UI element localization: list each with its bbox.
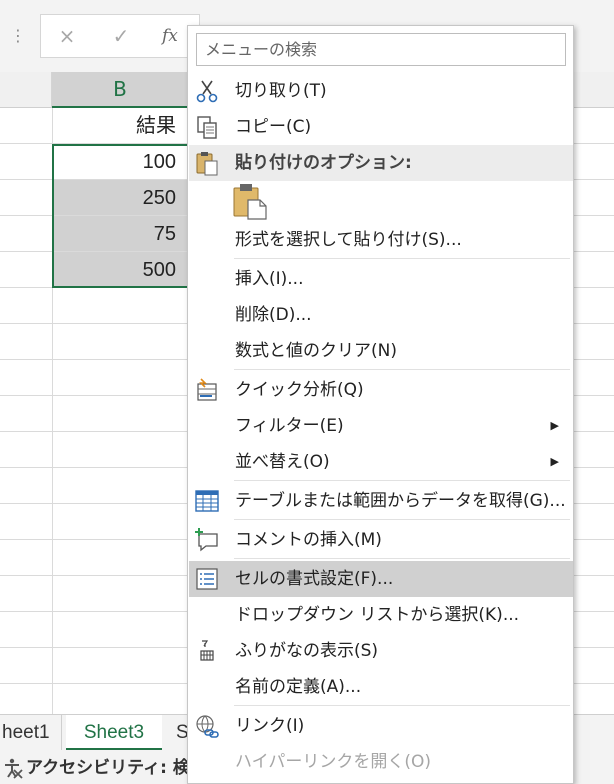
accessibility-icon[interactable] [2,757,24,779]
menu-item-define-name[interactable]: 名前の定義(A)... [189,669,573,705]
menu-item-label: ハイパーリンクを開く(O) [235,752,431,772]
cancel-icon[interactable]: × [58,24,76,48]
more-options-icon[interactable]: ⋮ [10,24,26,48]
menu-item-label: 形式を選択して貼り付け(S)... [235,230,462,250]
insert-function-icon[interactable]: fx [162,24,188,48]
clipboard-icon [196,152,218,176]
menu-item-label: 切り取り(T) [235,81,327,101]
cell-b5[interactable]: 500 [53,252,188,287]
column-header-a[interactable] [0,72,52,108]
menu-item-copy[interactable]: コピー(C) [189,109,573,145]
menu-item-label: 並べ替え(O) [235,452,330,472]
tab-sheet1[interactable]: heet1 [0,715,62,751]
menu-separator [234,480,570,481]
cell-b2[interactable]: 100 [53,144,188,180]
column-header-b[interactable]: B [52,72,188,108]
menu-item-label: 数式と値のクリア(N) [235,341,397,361]
menu-item-label: リンク(I) [235,716,305,736]
menu-item-open-hyperlink: ハイパーリンクを開く(O) [189,744,573,780]
link-icon [196,715,219,738]
menu-search-input[interactable]: メニューの検索 [196,33,566,66]
menu-item-delete[interactable]: 削除(D)... [189,297,573,333]
menu-item-link[interactable]: リンク(I) [189,708,573,744]
menu-item-label: 削除(D)... [235,305,312,325]
menu-item-paste-special[interactable]: 形式を選択して貼り付け(S)... [189,222,573,258]
menu-item-label: 貼り付けのオプション: [235,153,412,173]
format-cells-icon [196,568,218,590]
menu-item-label: コメントの挿入(M) [235,530,382,550]
scissors-icon [196,80,218,103]
menu-separator [234,558,570,559]
phonetic-icon [200,640,214,661]
cell-b4[interactable]: 75 [53,216,188,251]
menu-item-filter[interactable]: フィルター(E) ▶ [189,408,573,444]
menu-item-label: 名前の定義(A)... [235,677,362,697]
cell-b3[interactable]: 250 [53,180,188,215]
menu-item-label: テーブルまたは範囲からデータを取得(G)... [235,491,566,511]
context-menu: メニューの検索 切り取り(T) コピー(C) 貼り付けのオプション: 形式を選択… [187,25,574,784]
menu-separator [234,369,570,370]
cell-b1[interactable]: 結果 [53,108,188,144]
menu-item-label: セルの書式設定(F)... [235,569,394,589]
menu-item-cut[interactable]: 切り取り(T) [189,73,573,109]
menu-item-label: 挿入(I)... [235,269,304,289]
menu-item-pick-from-list[interactable]: ドロップダウン リストから選択(K)... [189,597,573,633]
table-icon [195,490,219,512]
menu-separator [234,519,570,520]
menu-item-label: フィルター(E) [235,416,344,436]
menu-item-label: ドロップダウン リストから選択(K)... [235,605,520,625]
menu-item-label: クイック分析(Q) [235,380,364,400]
menu-item-sort[interactable]: 並べ替え(O) ▶ [189,444,573,480]
menu-item-label: コピー(C) [235,117,312,137]
menu-item-format-cells[interactable]: セルの書式設定(F)... [189,561,573,597]
quick-analysis-icon [197,378,217,401]
new-comment-icon [195,528,218,552]
copy-icon [197,116,217,139]
menu-section-paste-options: 貼り付けのオプション: [189,145,573,181]
paste-icon[interactable] [233,182,269,220]
accessibility-status[interactable]: アクセシビリティ: 検討 [26,756,207,780]
menu-item-show-phonetic[interactable]: ふりがなの表示(S) [189,633,573,669]
submenu-arrow-icon: ▶ [550,455,559,468]
menu-separator [234,258,570,259]
menu-item-label: ふりがなの表示(S) [235,641,379,661]
menu-item-quick-analysis[interactable]: クイック分析(Q) [189,372,573,408]
menu-item-get-data[interactable]: テーブルまたは範囲からデータを取得(G)... [189,483,573,519]
menu-item-clear-contents[interactable]: 数式と値のクリア(N) [189,333,573,369]
menu-separator [234,705,570,706]
menu-item-insert[interactable]: 挿入(I)... [189,261,573,297]
tab-sheet3[interactable]: Sheet3 [66,715,162,751]
menu-item-insert-comment[interactable]: コメントの挿入(M) [189,522,573,558]
submenu-arrow-icon: ▶ [550,419,559,432]
enter-icon[interactable]: ✓ [112,24,130,48]
